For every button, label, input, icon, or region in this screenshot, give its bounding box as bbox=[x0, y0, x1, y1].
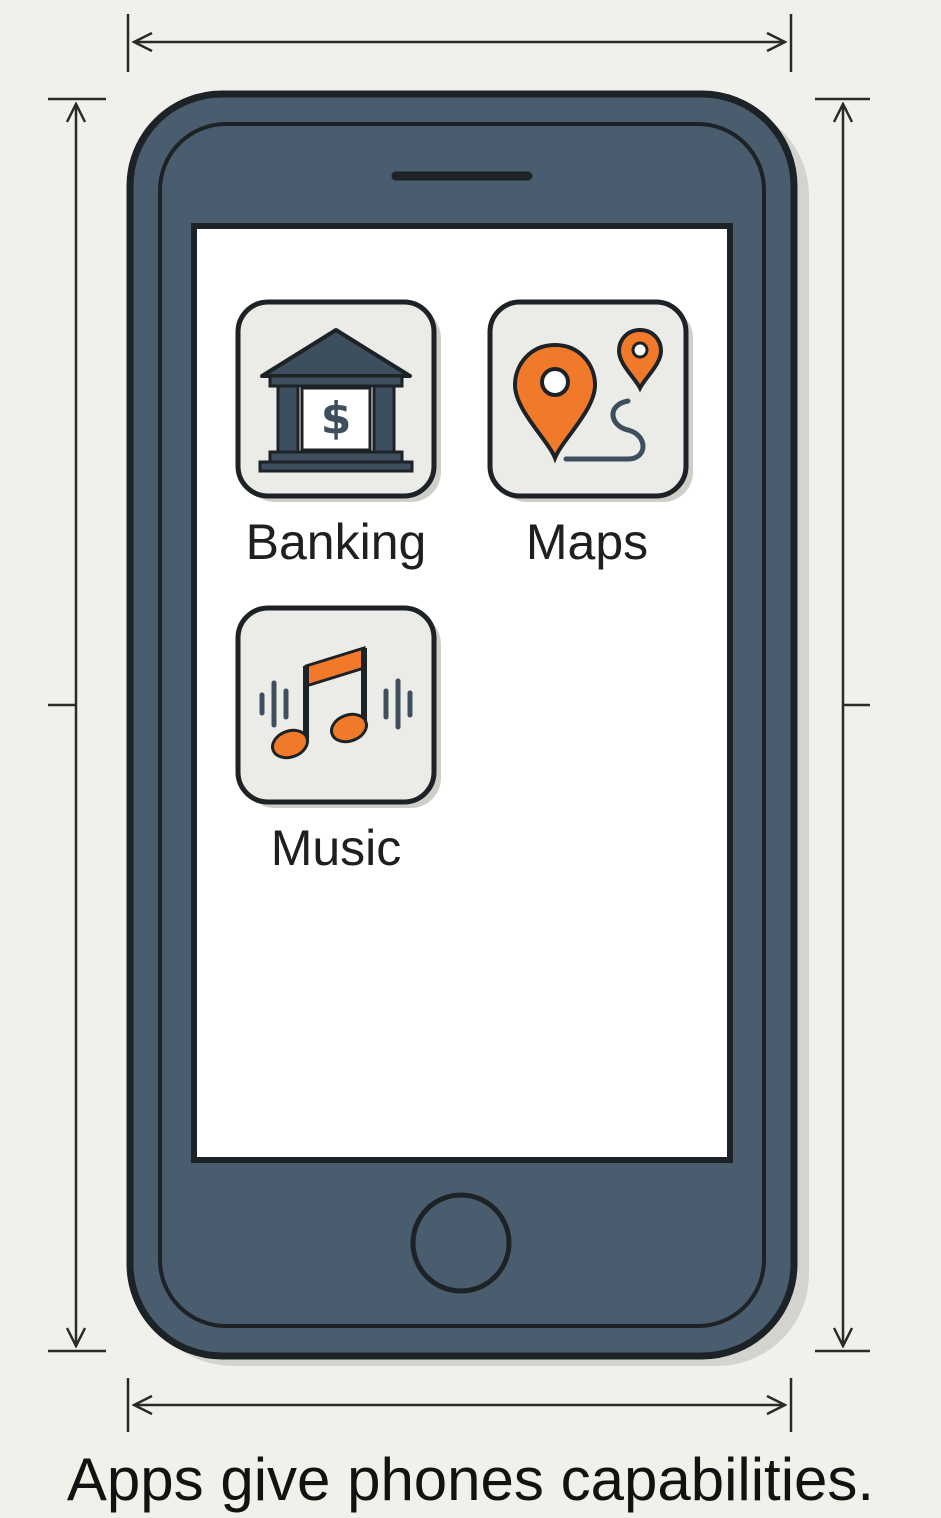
dimension-top bbox=[126, 14, 793, 72]
banking-label: Banking bbox=[245, 514, 427, 570]
music-app[interactable] bbox=[235, 605, 441, 808]
music-label: Music bbox=[270, 820, 402, 876]
home-button[interactable] bbox=[410, 1192, 512, 1294]
svg-text:$: $ bbox=[321, 393, 352, 444]
maps-label: Maps bbox=[525, 514, 649, 570]
dimension-right bbox=[815, 97, 870, 1353]
banking-app[interactable]: $ bbox=[235, 299, 441, 502]
dimension-bottom bbox=[126, 1378, 793, 1432]
dimension-left bbox=[48, 97, 106, 1353]
maps-app[interactable] bbox=[487, 299, 693, 502]
phone-illustration: $ bbox=[48, 14, 870, 1432]
caption: Apps give phones capabilities. bbox=[66, 1446, 875, 1513]
diagram: $ Banking Maps Music Apps give phones ca… bbox=[0, 0, 941, 1518]
